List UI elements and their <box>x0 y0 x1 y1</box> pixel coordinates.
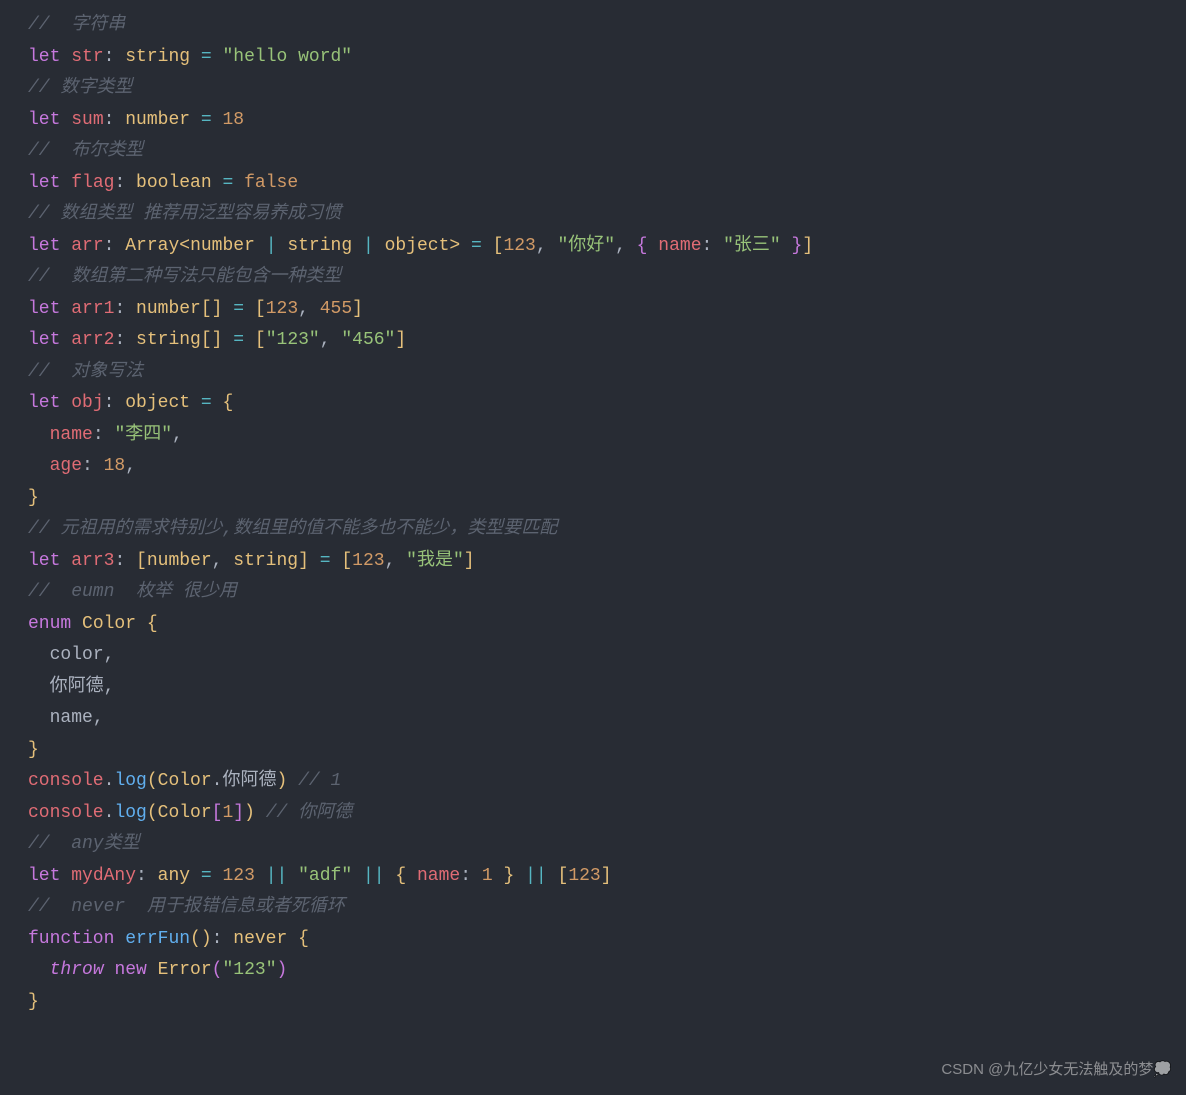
boolean-literal: false <box>244 173 298 193</box>
comment: // eumn 枚举 很少用 <box>28 582 237 602</box>
enum-color: Color <box>82 614 136 634</box>
var-arr1: arr1 <box>71 299 114 319</box>
watermark: CSDN @九亿少女无法触及的梦💭 <box>941 1054 1172 1086</box>
fn-log: log <box>114 771 146 791</box>
code-block: // 字符串 let str: string = "hello word" //… <box>0 0 1186 1028</box>
comment: // 字符串 <box>28 15 125 35</box>
comment: // any类型 <box>28 834 140 854</box>
comment: // never 用于报错信息或者死循环 <box>28 897 345 917</box>
comment: // 数组第二种写法只能包含一种类型 <box>28 267 341 287</box>
var-sum: sum <box>71 110 103 130</box>
comment: // 布尔类型 <box>28 141 143 161</box>
keyword-function: function <box>28 929 114 949</box>
var-obj: obj <box>71 393 103 413</box>
comment: // 数字类型 <box>28 78 132 98</box>
keyword-enum: enum <box>28 614 71 634</box>
fn-errfun: errFun <box>125 929 190 949</box>
comment: // 数组类型 推荐用泛型容易养成习惯 <box>28 204 341 224</box>
string-literal: "hello word" <box>222 47 352 67</box>
keyword-throw: throw <box>50 960 104 980</box>
comment: // 元祖用的需求特别少,数组里的值不能多也不能少，类型要匹配 <box>28 519 557 539</box>
var-str: str <box>71 47 103 67</box>
var-arr: arr <box>71 236 103 256</box>
var-arr3: arr3 <box>71 551 114 571</box>
keyword-let: let <box>28 47 60 67</box>
var-flag: flag <box>71 173 114 193</box>
var-mydany: mydAny <box>71 866 136 886</box>
comment: // 对象写法 <box>28 362 143 382</box>
var-arr2: arr2 <box>71 330 114 350</box>
type-string: string <box>125 47 190 67</box>
number-literal: 18 <box>222 110 244 130</box>
